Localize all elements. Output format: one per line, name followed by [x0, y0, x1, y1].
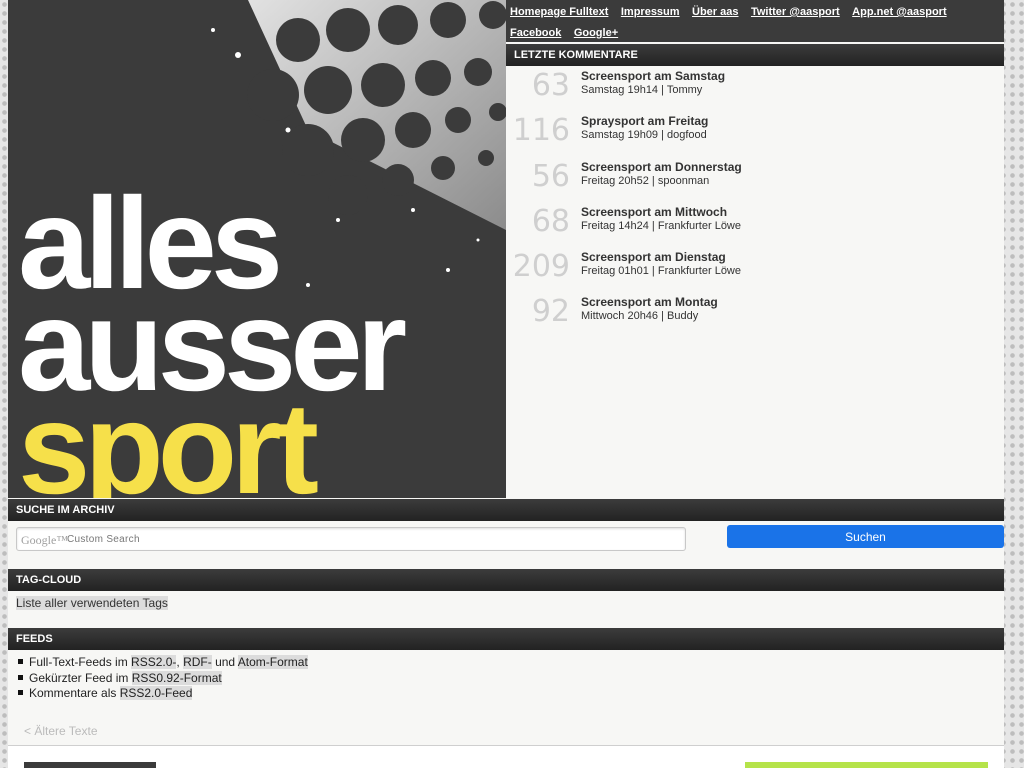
bullet-icon: [18, 659, 23, 665]
comment-count: 56: [531, 159, 570, 194]
comment-post-title[interactable]: Screensport am Donnerstag: [581, 160, 742, 174]
search-input[interactable]: Google™ Custom Search: [16, 527, 686, 551]
feed-text: Gekürzter Feed im: [29, 670, 132, 685]
next-post-preview: [8, 746, 1004, 768]
feed-text: Kommentare als: [29, 686, 120, 700]
comment-post-title[interactable]: Screensport am Montag: [581, 295, 718, 309]
search-header: SUCHE IM ARCHIV: [8, 499, 1004, 521]
post-category-tabs[interactable]: [24, 762, 156, 768]
nav-link-ueber-aas[interactable]: Über aas: [692, 2, 738, 23]
latest-comments-list: 63 Screensport am Samstag Samstag 19h14 …: [506, 66, 1004, 498]
top-navigation: Homepage Fulltext Impressum Über aas Twi…: [506, 0, 1004, 42]
comment-meta: Freitag 14h24 | Frankfurter Löwe: [581, 220, 741, 232]
tagcloud-section: Liste aller verwendeten Tags: [8, 591, 1004, 628]
rss092-link[interactable]: RSS0.92-Format: [131, 670, 222, 685]
comment-post-title[interactable]: Screensport am Dienstag: [581, 250, 726, 264]
feed-text: Full-Text-Feeds im: [29, 655, 132, 669]
comment-item[interactable]: 63 Screensport am Samstag Samstag 19h14 …: [506, 66, 1004, 111]
rss20-link[interactable]: RSS2.0-: [131, 655, 177, 669]
comment-meta: Freitag 01h01 | Frankfurter Löwe: [581, 265, 741, 277]
comment-count: 92: [531, 294, 570, 329]
all-tags-link[interactable]: Liste aller verwendeten Tags: [16, 596, 168, 610]
comments-header: LETZTE KOMMENTARE: [506, 44, 1004, 66]
nav-link-impressum[interactable]: Impressum: [621, 2, 680, 23]
bullet-icon: [18, 674, 23, 680]
post-comment-info[interactable]: [745, 762, 988, 768]
comment-meta: Freitag 20h52 | spoonman: [581, 175, 710, 187]
comment-item[interactable]: 92 Screensport am Montag Mittwoch 20h46 …: [506, 292, 1004, 337]
list-item: Gekürzter Feed im RSS0.92-Format: [18, 670, 308, 687]
site-logo[interactable]: alles ausser sport: [8, 0, 506, 498]
comment-item[interactable]: 56 Screensport am Donnerstag Freitag 20h…: [506, 157, 1004, 202]
atom-link[interactable]: Atom-Format: [237, 655, 308, 669]
nav-link-googleplus[interactable]: Google+: [574, 23, 618, 44]
nav-link-facebook[interactable]: Facebook: [510, 23, 561, 44]
comments-rss-link[interactable]: RSS2.0-Feed: [119, 686, 193, 700]
comment-count: 68: [531, 204, 570, 239]
nav-link-twitter[interactable]: Twitter @aasport: [751, 2, 840, 23]
list-item: Full-Text-Feeds im RSS2.0-, RDF- und Ato…: [18, 655, 308, 671]
comment-post-title[interactable]: Screensport am Mittwoch: [581, 205, 727, 219]
bullet-icon: [18, 690, 23, 696]
rdf-link[interactable]: RDF-: [183, 655, 212, 669]
comment-item[interactable]: 68 Screensport am Mittwoch Freitag 14h24…: [506, 202, 1004, 247]
comment-count: 63: [531, 68, 570, 103]
comment-item[interactable]: 209 Screensport am Dienstag Freitag 01h0…: [506, 247, 1004, 292]
nav-link-appnet[interactable]: App.net @aasport: [852, 2, 946, 23]
google-logo: Google™: [21, 533, 69, 547]
feeds-section: Full-Text-Feeds im RSS2.0-, RDF- und Ato…: [8, 650, 1004, 745]
comment-post-title[interactable]: Screensport am Samstag: [581, 69, 725, 83]
search-button[interactable]: Suchen: [727, 525, 1004, 548]
nav-link-homepage-fulltext[interactable]: Homepage Fulltext: [510, 2, 608, 23]
comment-meta: Samstag 19h14 | Tommy: [581, 84, 703, 96]
comment-count: 116: [512, 113, 570, 148]
tagcloud-header: TAG-CLOUD: [8, 569, 1004, 591]
comment-meta: Samstag 19h09 | dogfood: [581, 129, 707, 141]
feeds-list: Full-Text-Feeds im RSS2.0-, RDF- und Ato…: [18, 655, 308, 702]
comment-item[interactable]: 116 Spraysport am Freitag Samstag 19h09 …: [506, 111, 1004, 156]
feed-text: und: [211, 655, 238, 669]
list-item: Kommentare als RSS2.0-Feed: [18, 686, 308, 702]
feeds-header: FEEDS: [8, 628, 1004, 650]
search-section: Google™ Custom Search Suchen: [8, 521, 1004, 569]
comment-post-title[interactable]: Spraysport am Freitag: [581, 114, 708, 128]
search-placeholder: Custom Search: [67, 534, 140, 545]
older-posts-link[interactable]: < Ältere Texte: [24, 724, 98, 738]
comment-meta: Mittwoch 20h46 | Buddy: [581, 310, 699, 322]
page: alles ausser sport Homepage Fulltext Imp…: [8, 0, 1004, 768]
logo-word-sport: sport: [18, 375, 319, 498]
comment-count: 209: [512, 249, 570, 284]
